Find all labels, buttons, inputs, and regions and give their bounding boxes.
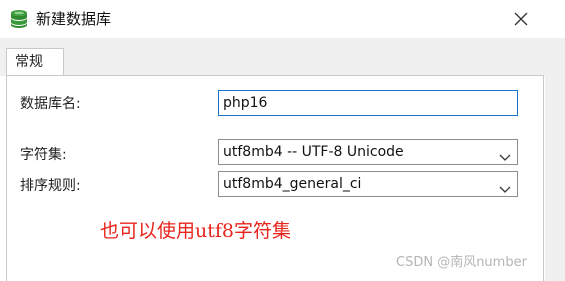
dialog-side-strip bbox=[545, 38, 565, 281]
collation-label: 排序规则: bbox=[20, 178, 81, 194]
db-name-label: 数据库名: bbox=[20, 96, 81, 112]
close-icon bbox=[514, 12, 528, 26]
window-title: 新建数据库 bbox=[36, 10, 112, 28]
annotation-note: 也可以使用utf8字符集 bbox=[100, 220, 291, 242]
chevron-down-icon bbox=[499, 179, 511, 193]
db-name-input[interactable] bbox=[218, 90, 518, 116]
database-icon bbox=[10, 9, 28, 29]
tab-general[interactable]: 常规 bbox=[6, 48, 64, 77]
chevron-down-icon bbox=[499, 147, 511, 161]
new-database-dialog: 新建数据库 常规 数据库名: 字符集: utf8mb4 -- UTF-8 Uni… bbox=[0, 0, 565, 281]
charset-select[interactable]: utf8mb4 -- UTF-8 Unicode bbox=[218, 139, 518, 165]
tab-bar: 常规 bbox=[0, 38, 565, 77]
charset-value: utf8mb4 -- UTF-8 Unicode bbox=[223, 144, 404, 160]
collation-select[interactable]: utf8mb4_general_ci bbox=[218, 171, 518, 197]
collation-value: utf8mb4_general_ci bbox=[223, 176, 362, 192]
close-button[interactable] bbox=[508, 6, 534, 32]
title-bar: 新建数据库 bbox=[0, 0, 565, 38]
charset-label: 字符集: bbox=[20, 147, 67, 163]
watermark: CSDN @南风number bbox=[396, 255, 527, 270]
